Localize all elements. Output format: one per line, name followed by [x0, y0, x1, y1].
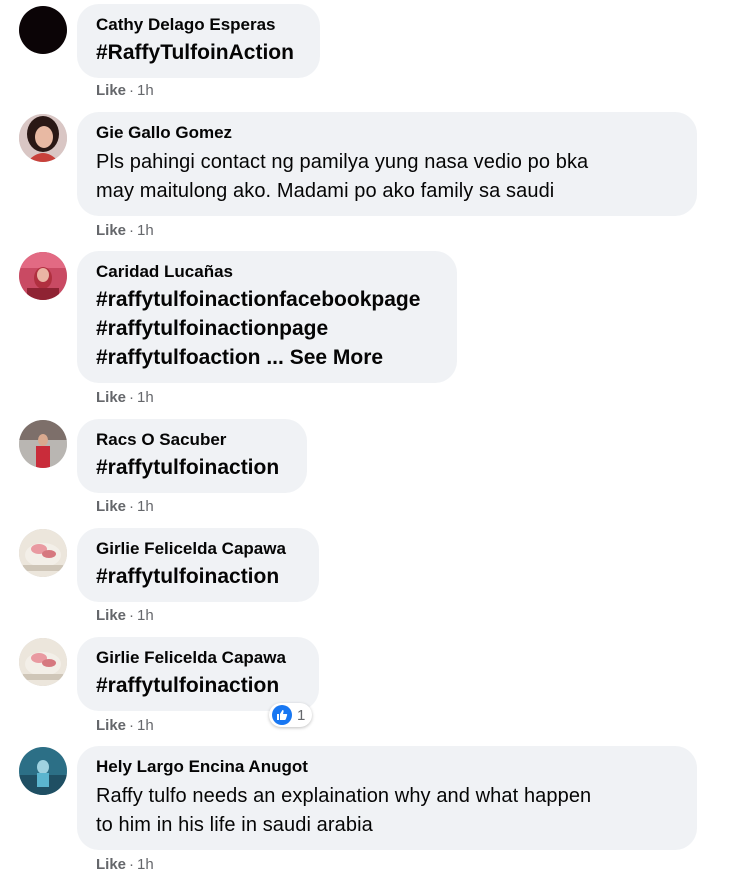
reaction-count: 1	[297, 706, 306, 724]
separator-dot: ·	[129, 498, 135, 515]
comment-author[interactable]: Caridad Lucañas	[96, 262, 437, 282]
pink-portrait-avatar-icon	[19, 252, 67, 300]
blue-scene-avatar-icon	[19, 747, 67, 795]
comment-text[interactable]: Raffy tulfo needs an explaination why an…	[96, 782, 677, 811]
like-link[interactable]: Like	[96, 389, 126, 406]
like-link[interactable]: Like	[96, 607, 126, 624]
comment-bubble: Cathy Delago Esperas #RaffyTulfoinAction	[77, 4, 320, 78]
comment-timestamp[interactable]: 1h	[137, 82, 154, 99]
separator-dot: ·	[129, 389, 135, 406]
comment-bubble: Girlie Felicelda Capawa #raffytulfoinact…	[77, 528, 319, 602]
comment-meta: Like · 1h	[96, 717, 154, 735]
comment-meta: Like · 1h	[96, 498, 154, 516]
avatar[interactable]	[19, 114, 67, 162]
comment-timestamp[interactable]: 1h	[137, 607, 154, 624]
like-link[interactable]: Like	[96, 222, 126, 239]
like-link[interactable]: Like	[96, 717, 126, 734]
comment-bubble: Racs O Sacuber #raffytulfoinaction	[77, 419, 307, 493]
comment-author[interactable]: Girlie Felicelda Capawa	[96, 648, 299, 668]
comment-meta: Like · 1h	[96, 82, 154, 100]
comment-timestamp[interactable]: 1h	[137, 222, 154, 239]
comment-bubble: Caridad Lucañas #raffytulfoinactionfaceb…	[77, 251, 457, 383]
cake-photo-avatar-icon	[19, 638, 67, 686]
comment-bubble: Hely Largo Encina Anugot Raffy tulfo nee…	[77, 746, 697, 850]
comment-bubble: Gie Gallo Gomez Pls pahingi contact ng p…	[77, 112, 697, 216]
like-link[interactable]: Like	[96, 856, 126, 873]
comment-text[interactable]: #raffytulfoaction ...	[96, 346, 284, 369]
comment-timestamp[interactable]: 1h	[137, 389, 154, 406]
comment-author[interactable]: Hely Largo Encina Anugot	[96, 757, 677, 777]
comment-author[interactable]: Racs O Sacuber	[96, 430, 287, 450]
comment-text[interactable]: #raffytulfoinaction	[96, 671, 299, 700]
thumbs-up-icon	[272, 705, 292, 725]
comment-text[interactable]: #raffytulfoinaction	[96, 562, 299, 591]
separator-dot: ·	[129, 856, 135, 873]
like-link[interactable]: Like	[96, 82, 126, 99]
separator-dot: ·	[129, 717, 135, 734]
comment-text[interactable]: #raffytulfoinactionfacebookpage	[96, 285, 437, 314]
comment-meta: Like · 1h	[96, 856, 154, 874]
avatar[interactable]	[19, 638, 67, 686]
reaction-count-badge[interactable]: 1	[269, 703, 313, 727]
comment-text[interactable]: to him in his life in saudi arabia	[96, 811, 677, 840]
comment-text[interactable]: #raffytulfoinaction	[96, 453, 287, 482]
comment-timestamp[interactable]: 1h	[137, 856, 154, 873]
comment-timestamp[interactable]: 1h	[137, 498, 154, 515]
comment-meta: Like · 1h	[96, 389, 154, 407]
comment-timestamp[interactable]: 1h	[137, 717, 154, 734]
comment-text[interactable]: #raffytulfoinactionpage	[96, 314, 437, 343]
see-more-link[interactable]: See More	[290, 346, 383, 369]
separator-dot: ·	[129, 222, 135, 239]
separator-dot: ·	[129, 82, 135, 99]
black-circle-avatar-icon	[19, 6, 67, 54]
person-photo-avatar-icon	[19, 420, 67, 468]
cake-photo-avatar-icon	[19, 529, 67, 577]
avatar[interactable]	[19, 420, 67, 468]
like-link[interactable]: Like	[96, 498, 126, 515]
avatar[interactable]	[19, 747, 67, 795]
comment-author[interactable]: Cathy Delago Esperas	[96, 15, 300, 35]
comment-meta: Like · 1h	[96, 607, 154, 625]
comment-author[interactable]: Gie Gallo Gomez	[96, 123, 677, 143]
comment-text[interactable]: Pls pahingi contact ng pamilya yung nasa…	[96, 148, 677, 177]
comment-bubble: Girlie Felicelda Capawa #raffytulfoinact…	[77, 637, 319, 711]
comment-text-line: #raffytulfoaction ... See More	[96, 343, 437, 372]
comment-author[interactable]: Girlie Felicelda Capawa	[96, 539, 299, 559]
avatar[interactable]	[19, 6, 67, 54]
comment-text[interactable]: may maitulong ako. Madami po ako family …	[96, 177, 677, 206]
separator-dot: ·	[129, 607, 135, 624]
woman-portrait-avatar-icon	[19, 114, 67, 162]
avatar[interactable]	[19, 529, 67, 577]
avatar[interactable]	[19, 252, 67, 300]
comment-text[interactable]: #RaffyTulfoinAction	[96, 38, 300, 67]
comment-meta: Like · 1h	[96, 222, 154, 240]
